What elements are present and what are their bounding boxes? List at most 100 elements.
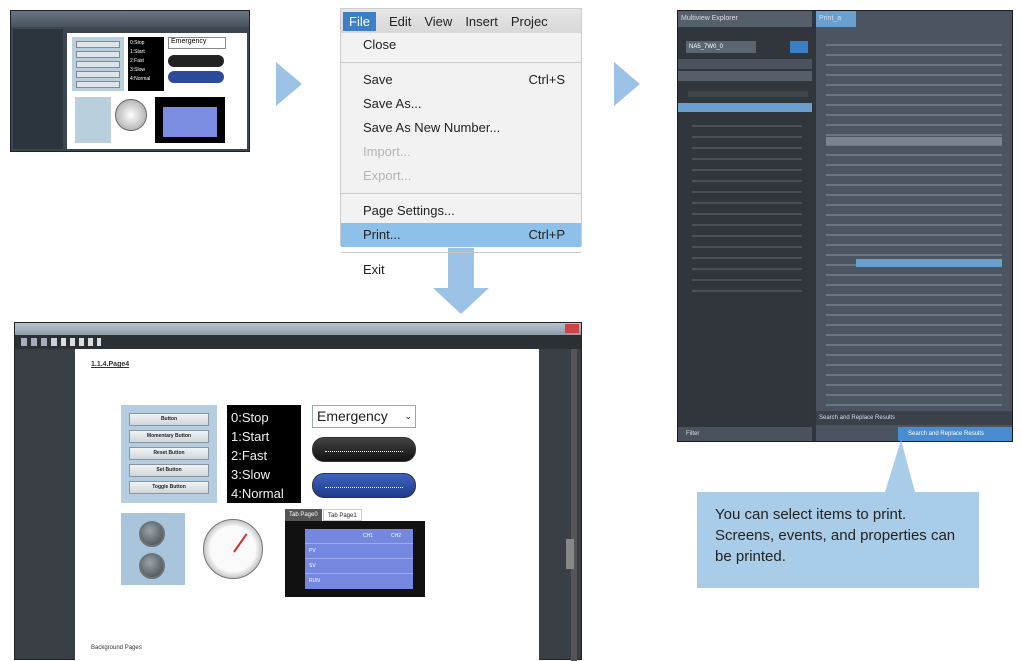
menu-edit[interactable]: Edit [389, 14, 411, 29]
preview-page: 1.1.4.Page4 Button Momentary Button Rese… [75, 349, 539, 661]
callout-pointer [885, 440, 915, 492]
menu-project[interactable]: Projec [511, 14, 548, 29]
search-results-tab[interactable]: Search and Replace Results [898, 427, 1012, 441]
emergency-dropdown: Emergency [168, 37, 226, 49]
explorer-row[interactable] [678, 71, 812, 81]
menu-item-save-as-new-number[interactable]: Save As New Number... [341, 116, 581, 140]
menu-item-exit[interactable]: Exit [341, 258, 581, 282]
preview-toolbar [15, 335, 581, 349]
tab-page0: Tab Page0 [285, 509, 322, 521]
menu-view[interactable]: View [424, 14, 452, 29]
state-line: 3:Slow [130, 67, 146, 73]
arrow-right-icon [614, 62, 640, 106]
print-selection-screenshot: Multiview Explorer NA5_7W0_0 Filter Prin… [677, 10, 1013, 442]
search-icon[interactable] [41, 338, 47, 346]
state-list-panel: 0:Stop 1:Start 2:Fast 3:Slow 4:Normal [128, 37, 164, 91]
lamp-panel [121, 513, 185, 585]
state-line: 0:Stop [130, 40, 145, 46]
menu-insert[interactable]: Insert [465, 14, 498, 29]
preview-set-button: Set Button [129, 464, 209, 477]
explorer-row-selected[interactable] [678, 103, 812, 112]
shortcut-label: Ctrl+S [528, 72, 565, 87]
lamp-panel [75, 97, 111, 143]
grid-row-label: PV [309, 548, 316, 554]
tab-control [155, 97, 225, 143]
preview-scrollbar[interactable] [566, 349, 577, 661]
lamp-icon [139, 521, 165, 547]
editor-screenshot-thumbnail: 0:Stop 1:Start 2:Fast 3:Slow 4:Normal Em… [10, 10, 250, 152]
menu-item-close[interactable]: Close [341, 33, 581, 57]
dark-slider [168, 55, 224, 67]
menu-item-export: Export... [363, 168, 412, 183]
menu-separator [341, 193, 581, 194]
button-panel [72, 37, 124, 91]
print-tree-row[interactable] [826, 137, 1002, 145]
menu-item-save-as[interactable]: Save As... [341, 92, 581, 116]
page-label: 1.1.4.Page4 [91, 361, 130, 368]
blue-slider [312, 473, 416, 498]
tab-page1: Tab Page1 [323, 509, 362, 521]
preview-momentary-button: Momentary Button [129, 430, 209, 443]
preview-title-bar [15, 323, 581, 335]
preview-toggle-button: Toggle Button [129, 481, 209, 494]
menu-file[interactable]: File [343, 11, 376, 31]
zoom-icon[interactable] [31, 338, 37, 346]
shortcut-label: Ctrl+P [528, 227, 565, 242]
lamp-icon [139, 553, 165, 579]
menu-bar: File Edit View Insert Projec [341, 9, 581, 33]
state-list-panel: 0:Stop 1:Start 2:Fast 3:Slow 4:Normal [227, 405, 301, 503]
menu-separator [341, 252, 581, 253]
toolbar-buttons[interactable] [61, 338, 101, 346]
explorer-header: Multiview Explorer [678, 11, 812, 27]
multiview-explorer: Multiview Explorer NA5_7W0_0 Filter [678, 11, 812, 441]
tab-control: Tab Page0 Tab Page1 CH1 CH2 PV SV RUN [285, 509, 425, 597]
explorer-tree-items[interactable] [692, 119, 802, 299]
preview-button: Button [129, 413, 209, 426]
menu-separator [341, 62, 581, 63]
data-grid: CH1 CH2 PV SV RUN [305, 529, 413, 589]
state-line: 4:Normal [130, 76, 151, 82]
menu-item-save[interactable]: Save Ctrl+S [341, 68, 581, 92]
close-icon[interactable] [565, 324, 579, 333]
thumb-button [76, 51, 120, 58]
device-select[interactable]: NA5_7W0_0 [686, 41, 756, 53]
editor-title-bar [11, 11, 249, 27]
preview-reset-button: Reset Button [129, 447, 209, 460]
explorer-row[interactable] [678, 59, 812, 69]
grid-row-label: SV [309, 563, 316, 569]
page-icon[interactable] [51, 338, 57, 346]
state-line: 0:Stop [231, 410, 269, 425]
state-line: 1:Start [231, 429, 270, 444]
menu-item-import: Import... [363, 144, 411, 159]
menu-item-page-settings[interactable]: Page Settings... [341, 199, 581, 223]
state-line: 2:Fast [231, 448, 268, 463]
device-icon [790, 41, 808, 53]
arrow-down-icon [433, 288, 489, 314]
editor-canvas: 0:Stop 1:Start 2:Fast 3:Slow 4:Normal Em… [67, 33, 247, 149]
state-line: 2:Fast [130, 58, 144, 64]
dark-slider [312, 437, 416, 462]
arrow-right-icon [276, 62, 302, 106]
tab-body: CH1 CH2 PV SV RUN [285, 521, 425, 597]
chevron-down-icon: ⌄ [404, 411, 412, 421]
state-line: 3:Slow [231, 467, 271, 482]
search-results-header: Search and Replace Results [816, 411, 1012, 425]
footer-label: Background Pages [91, 645, 142, 651]
file-menu: File Edit View Insert Projec Close Save C… [340, 8, 582, 277]
thumb-button [76, 41, 120, 48]
print-tree-items[interactable] [826, 39, 1002, 409]
callout-note: You can select items to print. Screens, … [697, 492, 979, 588]
print-tree-row-selected[interactable] [856, 259, 1002, 267]
grid-row-label: RUN [309, 578, 320, 584]
state-line: 1:Start [130, 49, 145, 55]
print-tab[interactable]: Print_a [816, 11, 856, 27]
explorer-filter[interactable]: Filter [678, 427, 812, 441]
explorer-row[interactable] [688, 91, 808, 97]
print-icon[interactable] [21, 338, 27, 346]
thumb-button [76, 71, 120, 78]
gauge-icon [115, 99, 147, 131]
blue-slider [168, 71, 224, 83]
grid-header: CH1 [363, 533, 374, 539]
menu-item-print[interactable]: Print... Ctrl+P [341, 223, 581, 247]
thumb-button [76, 81, 120, 88]
